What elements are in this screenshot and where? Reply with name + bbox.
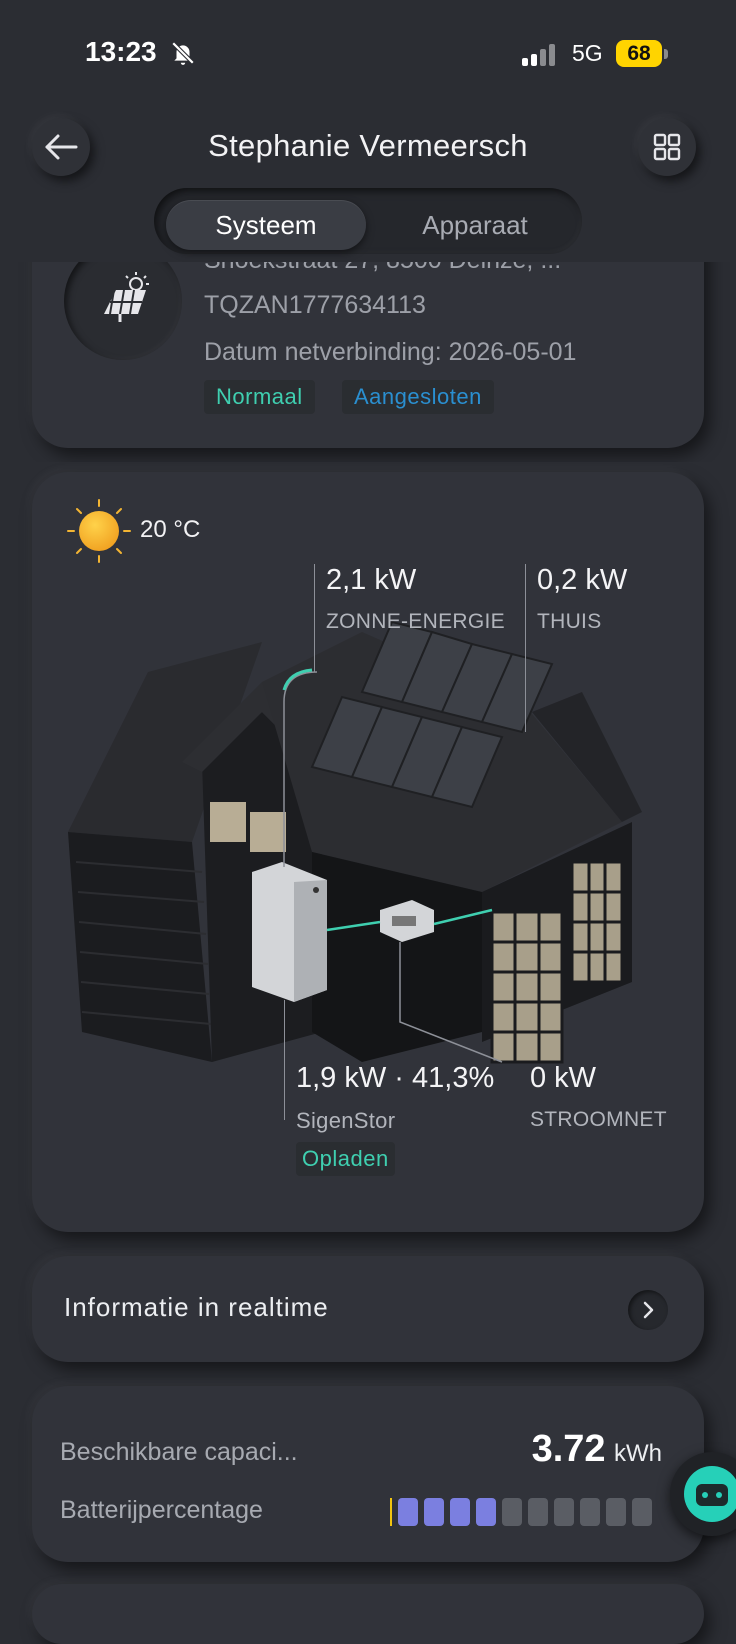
status-badge-connected: Aangesloten bbox=[342, 380, 494, 414]
battery-level-bar bbox=[390, 1498, 660, 1526]
house-illustration bbox=[68, 620, 642, 1064]
site-icon-circle bbox=[64, 262, 182, 360]
available-capacity-value: 3.72 kWh bbox=[532, 1428, 662, 1471]
cell-signal-icon bbox=[522, 44, 555, 66]
battery-capacity-card[interactable]: Beschikbare capaci... 3.72 kWh Batterijp… bbox=[32, 1386, 704, 1562]
battery-level-segment bbox=[398, 1498, 418, 1526]
battery-cap bbox=[664, 49, 668, 59]
battery-level-marker bbox=[390, 1498, 392, 1526]
home-guide-line bbox=[525, 564, 526, 732]
tab-apparaat[interactable]: Apparaat bbox=[380, 200, 570, 250]
grid-view-button[interactable] bbox=[638, 118, 696, 176]
assistant-bot-icon bbox=[684, 1466, 736, 1522]
solar-power-value: 2,1 kW bbox=[326, 564, 417, 596]
temperature: 20 °C bbox=[140, 516, 201, 543]
capacity-unit: kWh bbox=[614, 1440, 662, 1467]
battery-percentage-label: Batterijpercentage bbox=[60, 1496, 263, 1524]
sun-icon bbox=[67, 499, 131, 563]
battery-level-segment bbox=[450, 1498, 470, 1526]
site-card[interactable]: Snoekstraat 27, 8500 Deinze, ... TQZAN17… bbox=[32, 262, 704, 448]
battery-indicator: 68 bbox=[616, 40, 662, 67]
grid-connection-date: Datum netverbinding: 2026-05-01 bbox=[204, 338, 577, 366]
assistant-button[interactable] bbox=[670, 1452, 736, 1536]
energy-flow-card[interactable]: 20 °C 2,1 kW ZONNE-ENERGIE 0,2 kW THUIS … bbox=[32, 472, 704, 1232]
tab-systeem[interactable]: Systeem bbox=[166, 200, 366, 250]
next-card-partial bbox=[32, 1584, 704, 1644]
battery-guide-line bbox=[284, 1000, 285, 1120]
grid-power-value: 0 kW bbox=[530, 1062, 597, 1094]
battery-state-badge: Opladen bbox=[296, 1142, 395, 1176]
battery-level-segment bbox=[502, 1498, 522, 1526]
grid-power-label: STROOMNET bbox=[530, 1108, 667, 1131]
battery-level-segment bbox=[424, 1498, 444, 1526]
available-capacity-label: Beschikbare capaci... bbox=[60, 1438, 298, 1466]
battery-level-segment bbox=[632, 1498, 652, 1526]
realtime-info-row[interactable]: Informatie in realtime bbox=[32, 1256, 704, 1362]
realtime-info-label: Informatie in realtime bbox=[64, 1292, 329, 1322]
home-power-value: 0,2 kW bbox=[537, 564, 628, 596]
battery-level-segment bbox=[476, 1498, 496, 1526]
site-serial: TQZAN1777634113 bbox=[204, 291, 426, 319]
site-card-clip: Snoekstraat 27, 8500 Deinze, ... TQZAN17… bbox=[0, 262, 736, 462]
battery-level-segment bbox=[554, 1498, 574, 1526]
solar-panel-icon bbox=[104, 272, 149, 322]
battery-power-value: 1,9 kW · 41,3% bbox=[296, 1062, 495, 1094]
solar-power-label: ZONNE-ENERGIE bbox=[326, 610, 505, 633]
battery-label: SigenStor bbox=[296, 1108, 396, 1133]
solar-guide-line bbox=[314, 564, 315, 672]
home-power-label: THUIS bbox=[537, 610, 602, 633]
site-address: Snoekstraat 27, 8500 Deinze, ... bbox=[204, 262, 561, 275]
realtime-open-button[interactable] bbox=[628, 1290, 668, 1330]
status-badge-normal: Normaal bbox=[204, 380, 315, 414]
battery-level-segment bbox=[580, 1498, 600, 1526]
chevron-right-icon bbox=[643, 1301, 654, 1319]
status-time: 13:23 bbox=[85, 36, 157, 67]
battery-unit bbox=[252, 862, 327, 1002]
network-type: 5G bbox=[572, 40, 603, 66]
bell-off-icon bbox=[171, 41, 195, 65]
capacity-number: 3.72 bbox=[531, 1428, 606, 1470]
battery-level-segment bbox=[606, 1498, 626, 1526]
battery-level-segment bbox=[528, 1498, 548, 1526]
page-title: Stephanie Vermeersch bbox=[208, 128, 528, 163]
grid-icon bbox=[653, 133, 681, 161]
